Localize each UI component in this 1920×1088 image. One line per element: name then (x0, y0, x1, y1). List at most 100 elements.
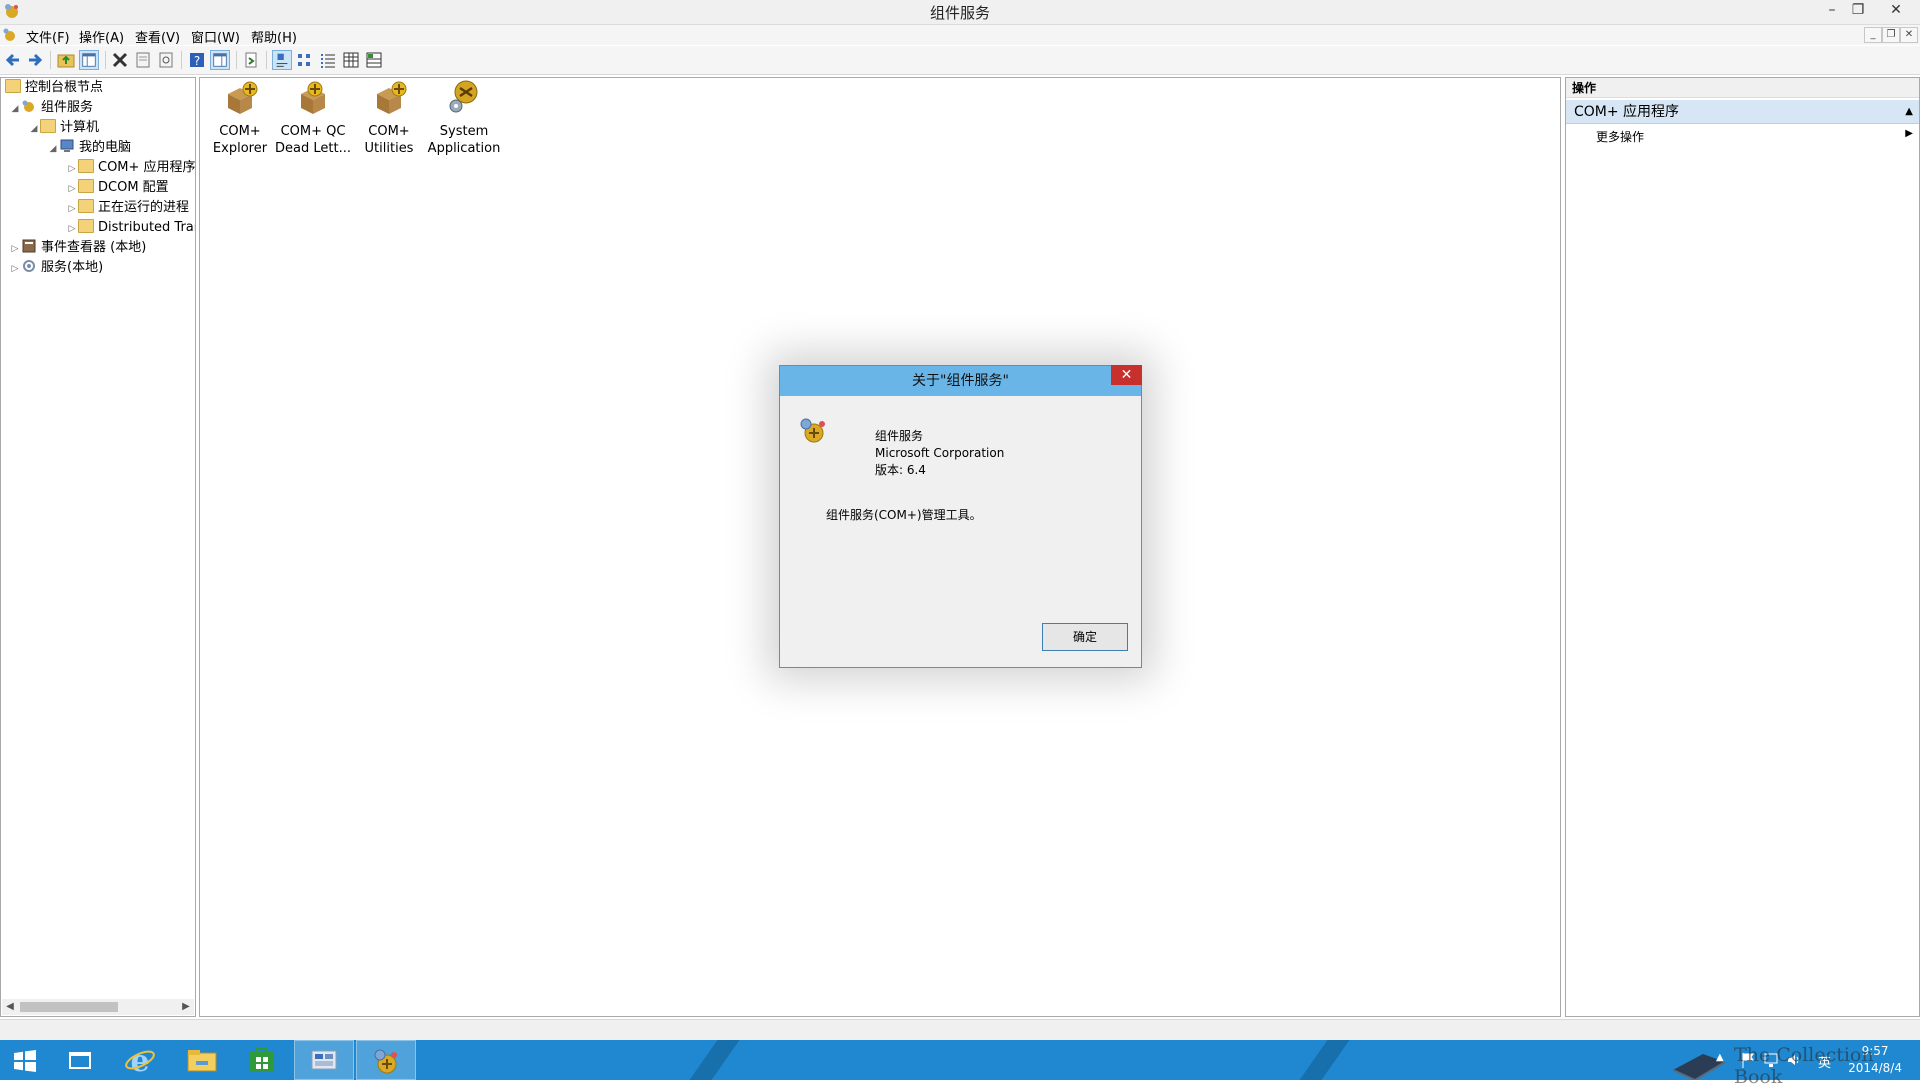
show-hide-tree-icon[interactable] (79, 50, 99, 70)
internet-explorer-icon: e (125, 1045, 155, 1075)
collapsed-arrow-icon[interactable]: ▷ (66, 219, 78, 239)
mdi-close-button[interactable]: ✕ (1900, 27, 1918, 43)
up-folder-icon[interactable] (56, 50, 76, 70)
component-services-icon (374, 1049, 397, 1074)
refresh-icon[interactable] (156, 50, 176, 70)
list-view-icon[interactable] (318, 50, 338, 70)
dialog-title: 关于"组件服务" (780, 366, 1141, 396)
taskbar-server-manager[interactable] (294, 1040, 354, 1080)
tree-item-component-services[interactable]: ◢ 组件服务 (9, 98, 93, 118)
com-box-icon (228, 81, 258, 114)
com-box-icon (301, 81, 325, 114)
export-list-icon[interactable] (241, 50, 261, 70)
properties-icon[interactable] (133, 50, 153, 70)
menu-file[interactable]: 文件(F) (26, 27, 70, 46)
expanded-arrow-icon[interactable]: ◢ (47, 139, 59, 159)
status-view-icon[interactable] (364, 50, 384, 70)
actions-pane: 操作 COM+ 应用程序 ▲ 更多操作 ▶ (1565, 77, 1920, 1017)
system-menu-icon[interactable] (2, 27, 18, 43)
scroll-right-arrow-icon[interactable]: ▶ (178, 999, 194, 1015)
start-button[interactable] (0, 1040, 60, 1080)
taskbar-store[interactable] (233, 1040, 293, 1080)
tree-item-my-computer[interactable]: ◢ 我的电脑 (47, 138, 131, 158)
server-manager-icon (311, 1050, 337, 1070)
taskbar-internet-explorer[interactable]: e (112, 1040, 172, 1080)
scroll-thumb[interactable] (20, 1002, 118, 1012)
com-qc-dead-letter-item[interactable]: COM+ QC Dead Lett... (273, 80, 353, 157)
expanded-arrow-icon[interactable]: ◢ (28, 119, 40, 139)
forward-icon[interactable] (25, 50, 45, 70)
tree-item-services[interactable]: ▷ 服务(本地) (9, 258, 103, 278)
com-explorer-item[interactable]: COM+ Explorer (200, 80, 280, 157)
status-bar (0, 1019, 1920, 1040)
close-window-button[interactable]: ✕ (1876, 0, 1916, 20)
folder-icon (78, 219, 94, 233)
collapsed-arrow-icon[interactable]: ▷ (9, 239, 21, 259)
large-icons-view-icon[interactable] (272, 50, 292, 70)
collapsed-arrow-icon[interactable]: ▷ (66, 179, 78, 199)
detail-view-icon[interactable] (341, 50, 361, 70)
tree-item-running-processes[interactable]: ▷ 正在运行的进程 (66, 198, 189, 218)
actions-section-com-applications[interactable]: COM+ 应用程序 ▲ (1566, 100, 1919, 124)
menu-action[interactable]: 操作(A) (79, 27, 124, 46)
submenu-arrow-icon[interactable]: ▶ (1905, 128, 1913, 139)
taskbar: e ▲ 英 9:57 2014/8/4 (0, 1040, 1920, 1080)
help-icon[interactable]: ? (187, 50, 207, 70)
tray-overflow-arrow-icon[interactable]: ▲ (1716, 1052, 1724, 1063)
mdi-restore-button[interactable]: ❐ (1882, 27, 1900, 43)
tree-item-event-viewer[interactable]: ▷ 事件查看器 (本地) (9, 238, 146, 258)
collapse-arrow-icon[interactable]: ▲ (1905, 100, 1913, 124)
wallpaper-stripe (1285, 1040, 1357, 1080)
taskbar-file-explorer[interactable] (173, 1040, 233, 1080)
wallpaper-stripe (675, 1040, 747, 1080)
tree-item-distributed-transaction[interactable]: ▷ Distributed Trar (66, 218, 195, 239)
actions-header: 操作 (1566, 78, 1919, 98)
dialog-company: Microsoft Corporation (875, 446, 1005, 460)
com-utilities-item[interactable]: COM+ Utilities (349, 80, 429, 157)
svg-text:e: e (130, 1045, 149, 1075)
folder-icon (78, 199, 94, 213)
dialog-product-name: 组件服务 (875, 429, 924, 443)
watermark-text: The Collection Book (1734, 1044, 1874, 1088)
start-icon (14, 1050, 36, 1072)
tree-item-computers[interactable]: ◢ 计算机 (28, 118, 99, 138)
ok-button[interactable]: 确定 (1042, 623, 1128, 651)
scroll-left-arrow-icon[interactable]: ◀ (2, 999, 18, 1015)
menu-view[interactable]: 查看(V) (135, 27, 180, 46)
menu-help[interactable]: 帮助(H) (251, 27, 297, 46)
component-services-icon (22, 100, 34, 112)
svg-text:?: ? (194, 54, 200, 68)
dialog-version: 版本: 6.4 (875, 463, 926, 477)
about-dialog: 关于"组件服务" ✕ 组件服务 Microsoft Corporation 版本… (779, 365, 1142, 668)
mdi-minimize-button[interactable]: _ (1864, 27, 1882, 43)
system-application-item[interactable]: System Application (424, 80, 504, 157)
store-icon (250, 1048, 274, 1072)
small-icons-view-icon[interactable] (295, 50, 315, 70)
tree-item-dcom-config[interactable]: ▷ DCOM 配置 (66, 178, 169, 198)
folder-icon (5, 79, 21, 93)
tree-item-com-applications[interactable]: ▷ COM+ 应用程序 (66, 158, 195, 179)
expanded-arrow-icon[interactable]: ◢ (9, 99, 21, 119)
collapsed-arrow-icon[interactable]: ▷ (9, 259, 21, 279)
file-explorer-icon (187, 1050, 217, 1072)
more-actions-item[interactable]: 更多操作 (1596, 128, 1644, 145)
collapsed-arrow-icon[interactable]: ▷ (66, 159, 78, 179)
back-icon[interactable] (3, 50, 23, 70)
console-tree[interactable]: 控制台根节点 ◢ 组件服务 ◢ 计算机 ◢ 我的电脑 ▷ COM+ 应用程序 ▷ DCOM… (0, 77, 196, 1017)
dialog-close-button[interactable]: ✕ (1111, 365, 1142, 385)
event-viewer-icon (22, 239, 36, 253)
tree-item-console-root[interactable]: 控制台根节点 (5, 78, 103, 98)
file-explorer-window-icon (69, 1052, 91, 1069)
restore-button[interactable]: ❐ (1838, 0, 1878, 20)
delete-icon[interactable] (110, 50, 130, 70)
system-application-icon (449, 80, 478, 113)
menu-bar: 文件(F) 操作(A) 查看(V) 窗口(W) 帮助(H) (0, 25, 1920, 46)
menu-window[interactable]: 窗口(W) (191, 27, 240, 46)
watermark-book-icon (1672, 1054, 1726, 1080)
taskbar-component-services[interactable] (356, 1040, 416, 1080)
tree-horizontal-scrollbar[interactable]: ◀ ▶ (2, 999, 194, 1015)
collapsed-arrow-icon[interactable]: ▷ (66, 199, 78, 219)
folder-icon (78, 179, 94, 193)
taskbar-window-button[interactable] (52, 1040, 112, 1080)
show-hide-action-pane-icon[interactable] (210, 50, 230, 70)
